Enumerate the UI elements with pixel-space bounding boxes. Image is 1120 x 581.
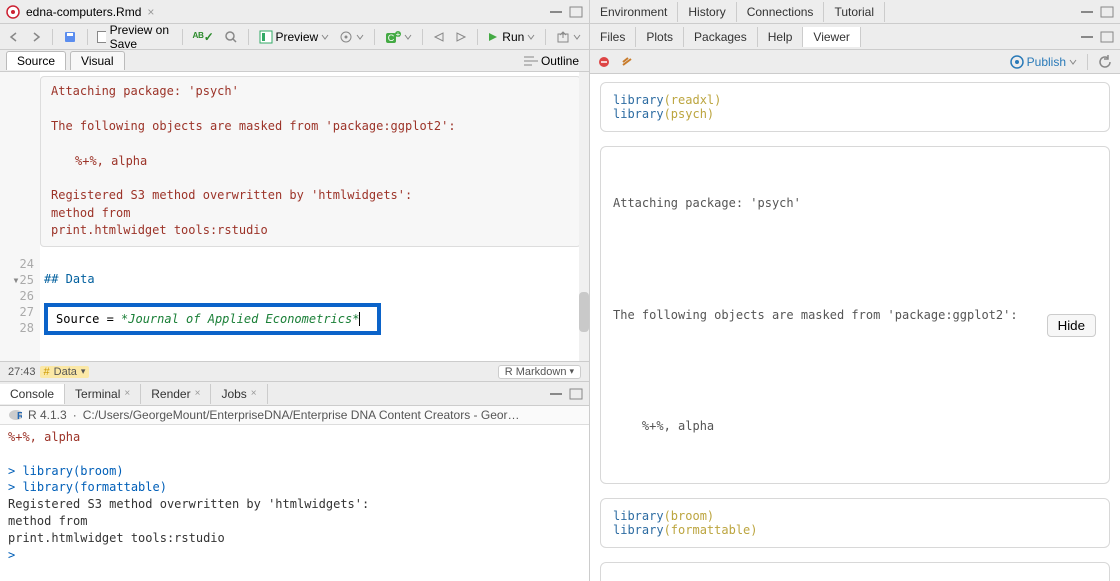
working-directory[interactable]: C:/Users/GeorgeMount/EnterpriseDNA/Enter… <box>83 408 523 422</box>
svg-text:R: R <box>17 411 22 422</box>
maximize-console-icon[interactable] <box>569 387 583 401</box>
tab-tutorial[interactable]: Tutorial <box>824 2 885 22</box>
tab-plots[interactable]: Plots <box>636 27 684 47</box>
viewer-tabbar: Files Plots Packages Help Viewer <box>590 24 1120 50</box>
preview-button[interactable]: Preview <box>255 28 334 46</box>
console-body[interactable]: %+%, alpha > library(broom) > library(fo… <box>0 425 589 581</box>
cursor-position: 27:43 <box>8 366 36 378</box>
tab-packages[interactable]: Packages <box>684 27 758 47</box>
outline-button[interactable]: Outline <box>520 52 583 70</box>
minimize-pane-icon[interactable] <box>549 5 563 19</box>
maximize-viewer-icon[interactable] <box>1100 30 1114 44</box>
preview-on-save-checkbox[interactable]: Preview on Save <box>93 21 175 53</box>
viewer-toolbar: Publish <box>590 50 1120 74</box>
prev-chunk-button[interactable] <box>429 29 449 45</box>
rmd-file-icon <box>6 5 20 19</box>
tab-terminal[interactable]: Terminal× <box>65 384 141 404</box>
viewer-code-box-1: library(readxl) library(psych) <box>600 82 1110 132</box>
viewer-body[interactable]: library(readxl) library(psych) Attaching… <box>590 74 1120 581</box>
chunk-output-box: Attaching package: 'psych' The following… <box>40 76 581 247</box>
clear-viewer-button[interactable] <box>616 53 638 71</box>
editor-file-tabbar: edna-computers.Rmd × <box>0 0 589 24</box>
tab-console[interactable]: Console <box>0 384 65 404</box>
spellcheck-button[interactable]: ᴬᴮ✓ <box>188 28 217 46</box>
maximize-pane-icon[interactable] <box>569 5 583 19</box>
save-button[interactable] <box>59 28 81 46</box>
forward-button[interactable] <box>26 29 46 45</box>
viewer-output-box-2: Registered S3 method overwritten by 'htm… <box>600 562 1110 581</box>
code-line-heading[interactable]: ## Data <box>42 271 589 287</box>
viewer-code-box-2: library(broom) library(formattable) <box>600 498 1110 548</box>
minimize-console-icon[interactable] <box>549 387 563 401</box>
viewer-output-box-1: Attaching package: 'psych' The following… <box>600 146 1110 484</box>
r-logo-icon: R <box>8 408 22 422</box>
settings-button[interactable] <box>335 28 368 46</box>
insert-chunk-button[interactable]: C+ <box>381 28 416 46</box>
env-tabbar: Environment History Connections Tutorial <box>590 0 1120 24</box>
back-button[interactable] <box>4 29 24 45</box>
line-gutter: 24 ▾25 26 27 28 <box>0 72 40 361</box>
publish-button[interactable]: Publish <box>1006 53 1081 71</box>
minimize-viewer-icon[interactable] <box>1080 30 1094 44</box>
file-type-selector[interactable]: R Markdown ▾ <box>498 365 581 379</box>
tab-environment[interactable]: Environment <box>590 2 678 22</box>
tab-history[interactable]: History <box>678 2 736 22</box>
tab-help[interactable]: Help <box>758 27 804 47</box>
tab-visual[interactable]: Visual <box>70 51 124 70</box>
console-tabbar: Console Terminal× Render× Jobs× <box>0 382 589 406</box>
source-view-tabs: Source Visual Outline <box>0 50 589 72</box>
editor-status-bar: 27:43 # Data ▾ R Markdown ▾ <box>0 361 589 381</box>
tab-source[interactable]: Source <box>6 51 66 70</box>
tab-connections[interactable]: Connections <box>737 2 825 22</box>
minimize-env-icon[interactable] <box>1080 5 1094 19</box>
run-button[interactable]: Run <box>483 28 539 46</box>
remove-viewer-button[interactable] <box>594 54 614 70</box>
svg-text:C: C <box>388 33 395 43</box>
svg-text:+: + <box>396 30 401 39</box>
find-button[interactable] <box>220 28 242 46</box>
tab-jobs[interactable]: Jobs× <box>211 384 267 404</box>
tab-files[interactable]: Files <box>590 27 636 47</box>
maximize-env-icon[interactable] <box>1100 5 1114 19</box>
editor-body[interactable]: 24 ▾25 26 27 28 Attaching package: 'psyc… <box>0 72 589 361</box>
file-tab-label[interactable]: edna-computers.Rmd <box>26 5 141 19</box>
code-line-source[interactable]: Source = *Journal of Applied Econometric… <box>42 303 589 319</box>
editor-scrollbar[interactable] <box>579 72 589 361</box>
console-info-bar: R R 4.1.3 · C:/Users/GeorgeMount/Enterpr… <box>0 406 589 425</box>
r-version: R 4.1.3 <box>28 408 67 422</box>
hide-button[interactable]: Hide <box>1047 314 1096 337</box>
tab-render[interactable]: Render× <box>141 384 211 404</box>
section-nav[interactable]: # Data ▾ <box>40 366 90 378</box>
next-chunk-button[interactable] <box>451 29 471 45</box>
tab-viewer[interactable]: Viewer <box>803 27 860 47</box>
editor-toolbar: Preview on Save ᴬᴮ✓ Preview C+ Run <box>0 24 589 50</box>
refresh-viewer-button[interactable] <box>1094 53 1116 71</box>
close-icon[interactable]: × <box>147 5 154 19</box>
publish-dropdown-button[interactable] <box>552 28 585 46</box>
